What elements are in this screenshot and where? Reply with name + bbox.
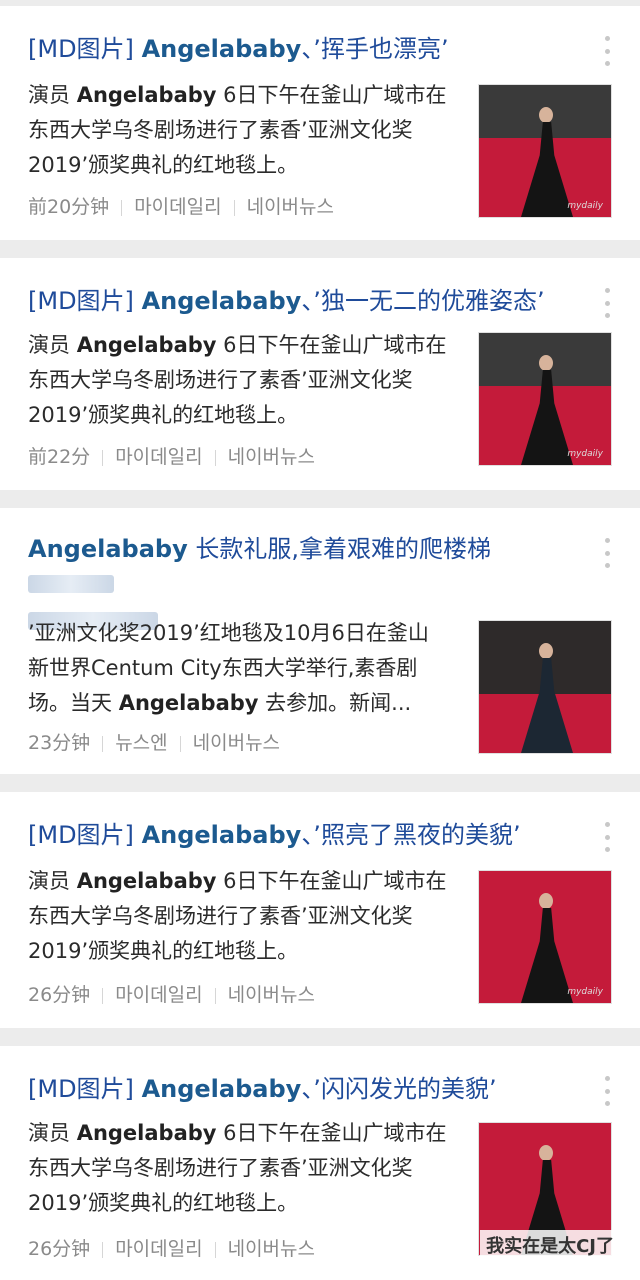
- snippet-text: 演员: [28, 83, 77, 107]
- more-options-icon[interactable]: [602, 822, 612, 852]
- news-time: 26分钟: [28, 984, 91, 1006]
- title-name: Angelababy: [28, 535, 188, 563]
- news-time: 前20分钟: [28, 196, 110, 218]
- news-thumbnail[interactable]: mydaily: [478, 332, 612, 466]
- more-options-icon[interactable]: [602, 1076, 612, 1106]
- title-rest: 、’挥手也漂亮’: [301, 35, 449, 63]
- news-platform[interactable]: 네이버뉴스: [228, 1238, 315, 1260]
- title-name: Angelababy: [141, 287, 302, 315]
- title-prefix: [MD图片]: [28, 287, 134, 315]
- news-meta: 23分钟 뉴스엔 네이버뉴스: [28, 730, 280, 756]
- title-rest: 、’闪闪发光的美貌’: [301, 1075, 497, 1103]
- snippet-highlight: Angelababy: [76, 869, 217, 893]
- news-title[interactable]: [MD图片] Angelababy、’闪闪发光的美貌’: [28, 1072, 573, 1106]
- snippet-text: 去参加。新闻...: [258, 691, 412, 715]
- thumbnail-caption: mydaily: [567, 987, 603, 997]
- news-platform[interactable]: 네이버뉴스: [193, 732, 280, 754]
- news-snippet: 演员 Angelababy 6日下午在釜山广域市在东西大学乌冬剧场进行了素香’亚…: [28, 328, 448, 433]
- news-title[interactable]: [MD图片] Angelababy、’照亮了黑夜的美貌’: [28, 818, 573, 852]
- news-platform[interactable]: 네이버뉴스: [228, 984, 315, 1006]
- news-thumbnail[interactable]: mydaily: [478, 84, 612, 218]
- news-thumbnail[interactable]: mydaily: [478, 870, 612, 1004]
- news-meta: 前22分 마이데일리 네이버뉴스: [28, 444, 315, 470]
- news-source[interactable]: 마이데일리: [134, 196, 221, 218]
- more-options-icon[interactable]: [602, 36, 612, 66]
- more-options-icon[interactable]: [602, 538, 612, 568]
- news-meta: 26分钟 마이데일리 네이버뉴스: [28, 982, 315, 1008]
- news-snippet: ’亚洲文化奖2019’红地毯及10月6日在釜山新世界Centum City东西大…: [28, 616, 448, 721]
- title-prefix: [MD图片]: [28, 1075, 134, 1103]
- snippet-highlight: Angelababy: [76, 333, 217, 357]
- title-prefix: [MD图片]: [28, 35, 134, 63]
- news-time: 26分钟: [28, 1238, 91, 1260]
- news-time: 23分钟: [28, 732, 91, 754]
- news-source[interactable]: 마이데일리: [115, 446, 202, 468]
- snippet-text: 演员: [28, 869, 77, 893]
- news-source[interactable]: 마이데일리: [115, 984, 202, 1006]
- title-rest: 、’独一无二的优雅姿态’: [301, 287, 545, 315]
- news-snippet: 演员 Angelababy 6日下午在釜山广域市在东西大学乌冬剧场进行了素香’亚…: [28, 864, 448, 969]
- title-name: Angelababy: [141, 35, 302, 63]
- news-card[interactable]: [MD图片] Angelababy、’挥手也漂亮’ 演员 Angelababy …: [0, 6, 640, 240]
- news-snippet: 演员 Angelababy 6日下午在釜山广域市在东西大学乌冬剧场进行了素香’亚…: [28, 78, 448, 183]
- title-name: Angelababy: [141, 1075, 302, 1103]
- title-prefix: [MD图片]: [28, 821, 134, 849]
- news-source[interactable]: 뉴스엔: [115, 732, 167, 754]
- news-thumbnail[interactable]: [478, 620, 612, 754]
- news-platform[interactable]: 네이버뉴스: [247, 196, 334, 218]
- title-rest: 、’照亮了黑夜的美貌’: [301, 821, 521, 849]
- news-title[interactable]: [MD图片] Angelababy、’独一无二的优雅姿态’: [28, 284, 573, 318]
- news-platform[interactable]: 네이버뉴스: [228, 446, 315, 468]
- more-options-icon[interactable]: [602, 288, 612, 318]
- thumbnail-caption: mydaily: [567, 201, 603, 211]
- snippet-text: 演员: [28, 1121, 77, 1145]
- news-card[interactable]: Angelababy 长款礼服,拿着艰难的爬楼梯 ’亚洲文化奖2019’红地毯及…: [0, 508, 640, 774]
- title-rest: 长款礼服,拿着艰难的爬楼梯: [187, 535, 492, 563]
- snippet-highlight: Angelababy: [118, 691, 259, 715]
- news-feed: [MD图片] Angelababy、’挥手也漂亮’ 演员 Angelababy …: [0, 0, 640, 1280]
- news-meta: 前20分钟 마이데일리 네이버뉴스: [28, 194, 334, 220]
- news-meta: 26分钟 마이데일리 네이버뉴스: [28, 1236, 315, 1262]
- watermark: 我实在是太CJ了: [480, 1230, 620, 1260]
- snippet-highlight: Angelababy: [76, 1121, 217, 1145]
- news-card[interactable]: [MD图片] Angelababy、’独一无二的优雅姿态’ 演员 Angelab…: [0, 258, 640, 490]
- news-card[interactable]: [MD图片] Angelababy、’照亮了黑夜的美貌’ 演员 Angelaba…: [0, 792, 640, 1028]
- news-snippet: 演员 Angelababy 6日下午在釜山广域市在东西大学乌冬剧场进行了素香’亚…: [28, 1116, 448, 1221]
- snippet-highlight: Angelababy: [76, 83, 217, 107]
- news-time: 前22分: [28, 446, 91, 468]
- news-title[interactable]: [MD图片] Angelababy、’挥手也漂亮’: [28, 32, 573, 66]
- snippet-text: 演员: [28, 333, 77, 357]
- news-source[interactable]: 마이데일리: [115, 1238, 202, 1260]
- title-name: Angelababy: [141, 821, 302, 849]
- thumbnail-caption: mydaily: [567, 449, 603, 459]
